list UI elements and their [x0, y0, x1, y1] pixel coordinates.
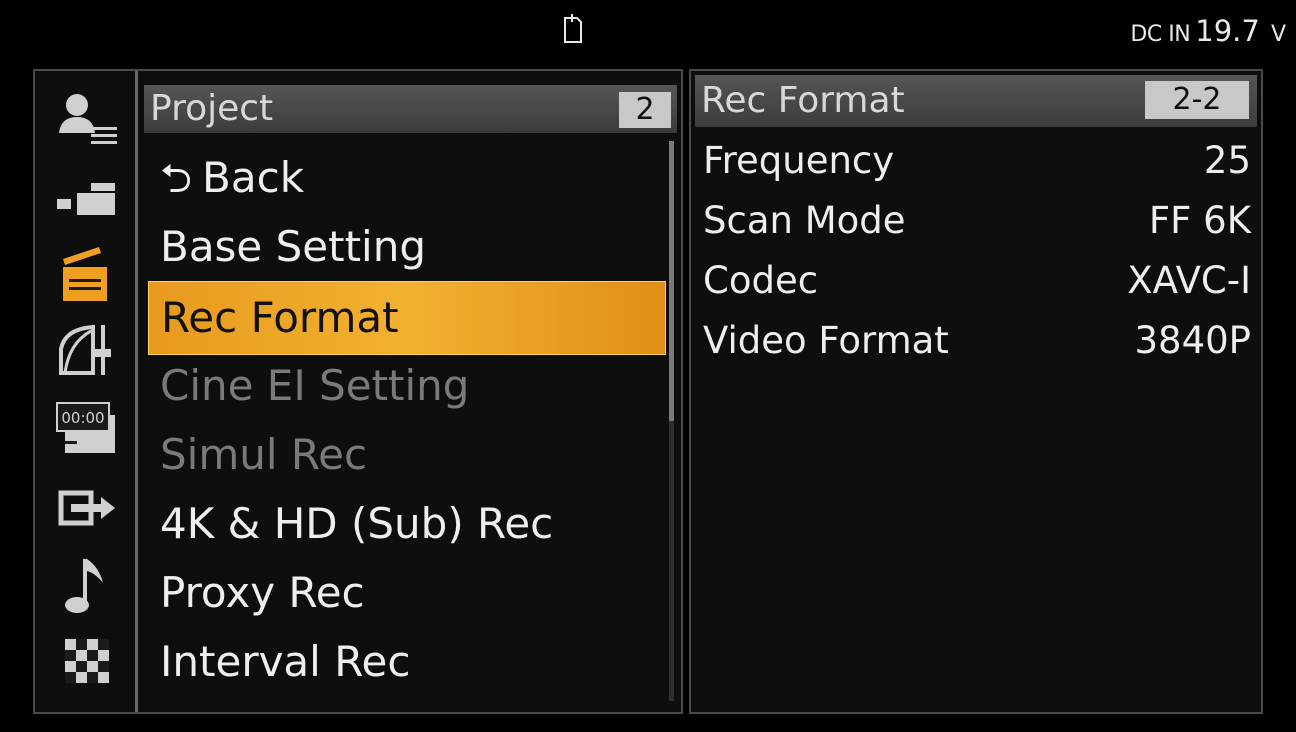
menu-page-badge: 2 [619, 92, 671, 128]
camera-icon[interactable] [55, 167, 119, 227]
detail-label: Frequency [703, 139, 895, 182]
detail-label: Codec [703, 259, 819, 302]
detail-value: XAVC-I [1127, 259, 1251, 302]
detail-label: Video Format [703, 319, 949, 362]
timecode-icon[interactable]: 00:00 [55, 397, 119, 457]
svg-text:00:00: 00:00 [61, 409, 104, 427]
clapperboard-icon[interactable] [55, 243, 119, 303]
detail-row-codec: Codec XAVC-I [703, 255, 1251, 315]
detail-row-video-format: Video Format 3840P [703, 315, 1251, 375]
back-arrow-icon: ⮌ [160, 156, 193, 202]
menu-scrollbar[interactable] [669, 141, 674, 701]
detail-row-frequency: Frequency 25 [703, 135, 1251, 195]
user-menu-icon[interactable] [55, 89, 119, 149]
menu-item-interval-rec[interactable]: Interval Rec [160, 634, 410, 690]
scrollbar-thumb[interactable] [669, 141, 674, 421]
detail-page-badge: 2-2 [1145, 81, 1249, 119]
dc-in-label: DC IN [1130, 22, 1191, 47]
category-icon-column: 00:00 [35, 71, 138, 712]
menu-item-simul-rec[interactable]: Simul Rec [160, 427, 367, 483]
menu-panel: 00:00 Project 2 ⮌ Back Base Setting Rec … [33, 69, 683, 714]
detail-header: Rec Format 2-2 [695, 75, 1257, 127]
detail-label: Scan Mode [703, 199, 906, 242]
output-icon[interactable] [55, 477, 119, 537]
camera-menu-screen: DC IN 19.7 V 00:00 Project 2 ⮌ Back Base… [0, 0, 1296, 732]
audio-note-icon[interactable] [55, 555, 119, 615]
menu-list: Project 2 ⮌ Back Base Setting Rec Format … [138, 71, 681, 712]
detail-value: 25 [1203, 139, 1251, 182]
dc-in-value: 19.7 [1195, 14, 1260, 48]
detail-title: Rec Format [701, 80, 905, 121]
detail-panel: Rec Format 2-2 Frequency 25 Scan Mode FF… [689, 69, 1263, 714]
paint-gamma-icon[interactable] [55, 319, 119, 379]
detail-value: FF 6K [1148, 199, 1251, 242]
back-label: Back [202, 153, 305, 202]
menu-item-proxy-rec[interactable]: Proxy Rec [160, 565, 365, 621]
menu-item-rec-format[interactable]: Rec Format [148, 281, 666, 355]
detail-row-scan-mode: Scan Mode FF 6K [703, 195, 1251, 255]
detail-value: 3840P [1134, 319, 1251, 362]
back-button[interactable]: ⮌ Back [160, 150, 304, 206]
menu-item-cine-ei-setting[interactable]: Cine EI Setting [160, 358, 469, 414]
checker-icon[interactable] [55, 633, 119, 693]
menu-title: Project [150, 88, 274, 129]
memory-card-icon [563, 14, 583, 44]
dc-in-unit: V [1270, 22, 1286, 47]
menu-header: Project 2 [144, 85, 677, 133]
dc-in-voltage: DC IN 19.7 V [1130, 14, 1286, 48]
menu-item-base-setting[interactable]: Base Setting [160, 219, 426, 275]
menu-item-4k-hd-sub-rec[interactable]: 4K & HD (Sub) Rec [160, 496, 553, 552]
